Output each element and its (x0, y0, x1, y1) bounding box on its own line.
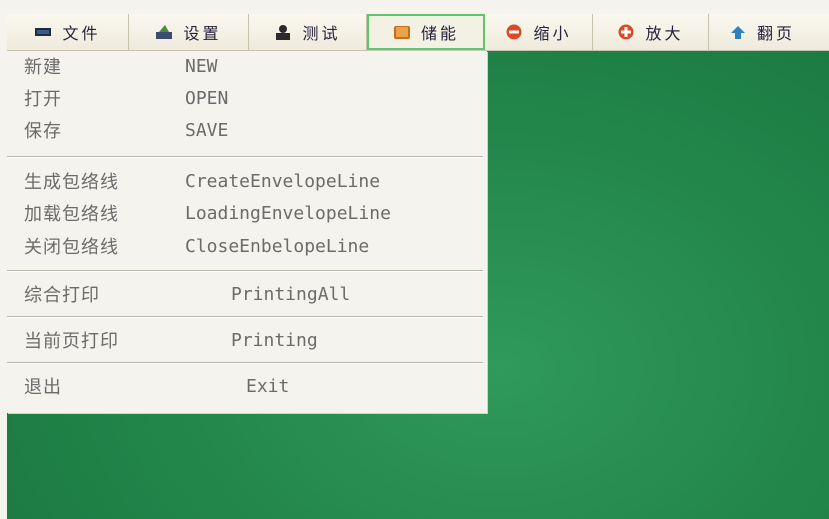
menu-item-exit[interactable]: 退出 Exit (7, 371, 487, 401)
menu-item-new[interactable]: 新建 NEW (7, 51, 487, 81)
menu-item-create-envelope[interactable]: 生成包络线 CreateEnvelopeLine (7, 166, 487, 196)
page-turn-button-label: 翻页 (757, 24, 796, 43)
file-button-label: 文件 (62, 24, 101, 43)
zoom-in-button[interactable]: 放大 (593, 14, 709, 50)
settings-button-label: 设置 (183, 24, 222, 43)
menu-item-label-zh: 生成包络线 (24, 172, 119, 193)
menu-item-label-zh: 新建 (24, 57, 62, 78)
plus-circle-icon (617, 24, 635, 40)
menu-item-label-zh: 当前页打印 (24, 331, 119, 352)
test-icon (274, 24, 292, 40)
menu-item-label-zh: 保存 (24, 121, 62, 142)
menu-item-label-zh: 加载包络线 (24, 204, 119, 225)
test-button[interactable]: 测试 (249, 14, 367, 50)
energy-storage-button-label: 储能 (420, 24, 459, 43)
menu-item-close-envelope[interactable]: 关闭包络线 CloseEnbelopeLine (7, 231, 487, 261)
menu-item-load-envelope[interactable]: 加载包络线 LoadingEnvelopeLine (7, 198, 487, 228)
monitor-icon (34, 24, 52, 40)
settings-icon (155, 24, 173, 40)
toolbar: 文件 设置 测试 储能 缩小 放大 翻页 (7, 14, 829, 51)
settings-button[interactable]: 设置 (129, 14, 249, 50)
menu-item-print-all[interactable]: 综合打印 PrintingAll (7, 279, 487, 309)
menu-divider (7, 270, 483, 272)
menu-item-label-en: CreateEnvelopeLine (185, 170, 381, 192)
page-turn-icon (729, 24, 747, 40)
energy-storage-button[interactable]: 储能 (367, 14, 485, 50)
menu-item-label-zh: 打开 (24, 89, 62, 110)
file-menu: 新建 NEW 打开 OPEN 保存 SAVE 生成包络线 CreateEnvel… (7, 51, 487, 413)
test-button-label: 测试 (302, 24, 341, 43)
device-screen: 文件 设置 测试 储能 缩小 放大 翻页 新建 NEW 打开 OPEN 保存 S… (7, 14, 829, 519)
menu-item-print-page[interactable]: 当前页打印 Printing (7, 325, 487, 355)
minus-circle-icon (505, 24, 523, 40)
menu-item-label-en: SAVE (185, 119, 229, 141)
menu-item-label-en: CloseEnbelopeLine (185, 235, 370, 257)
menu-item-label-zh: 关闭包络线 (24, 237, 119, 258)
menu-divider (7, 316, 483, 318)
zoom-in-button-label: 放大 (645, 24, 684, 43)
page-turn-button[interactable]: 翻页 (709, 14, 829, 50)
menu-item-label-en: Printing (231, 329, 318, 351)
menu-divider (7, 362, 483, 364)
menu-divider (7, 156, 483, 158)
menu-item-label-en: Exit (246, 375, 290, 397)
zoom-out-button-label: 缩小 (533, 24, 572, 43)
menu-item-label-en: NEW (185, 55, 218, 77)
book-icon (393, 24, 411, 40)
menu-item-open[interactable]: 打开 OPEN (7, 83, 487, 113)
menu-item-label-zh: 退出 (24, 377, 62, 398)
file-button[interactable]: 文件 (7, 14, 129, 50)
menu-item-label-zh: 综合打印 (24, 285, 100, 306)
menu-item-label-en: PrintingAll (231, 283, 351, 305)
menu-item-save[interactable]: 保存 SAVE (7, 115, 487, 145)
zoom-out-button[interactable]: 缩小 (485, 14, 593, 50)
menu-item-label-en: LoadingEnvelopeLine (185, 202, 391, 224)
menu-item-label-en: OPEN (185, 87, 229, 109)
